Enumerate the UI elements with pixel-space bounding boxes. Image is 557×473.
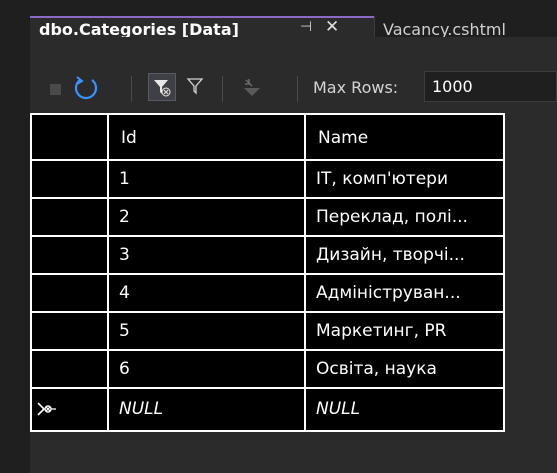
filter-icon[interactable]	[186, 77, 204, 99]
cell-text: IT, комп'ютери	[316, 169, 448, 189]
table-row-cell-name[interactable]: Дизайн, творчі...	[306, 237, 503, 273]
table-row-cell-name[interactable]: Освіта, наука	[306, 351, 503, 387]
refresh-icon[interactable]	[74, 74, 100, 106]
cell-text: Освіта, наука	[316, 359, 437, 379]
max-rows-label: Max Rows:	[313, 78, 399, 97]
new-row-cell-name[interactable]: NULL	[306, 389, 503, 430]
column-header-id[interactable]: Id	[109, 115, 304, 159]
filter-applied-button[interactable]	[148, 73, 176, 101]
row-selector[interactable]	[32, 313, 107, 349]
table-row-cell-name[interactable]: Переклад, полі...	[306, 199, 503, 235]
cell-text: Адмініструван...	[316, 283, 461, 303]
row-selector[interactable]	[32, 161, 107, 197]
column-header-name-label: Name	[318, 128, 369, 148]
row-selector[interactable]	[32, 275, 107, 311]
new-row-pencil-icon	[36, 401, 58, 421]
table-row-cell-id[interactable]: 4	[109, 275, 304, 311]
cell-text: 2	[119, 207, 130, 227]
data-grid: Id Name 1 IT, комп'ютери 2 Переклад, пол…	[30, 113, 505, 432]
corner-header[interactable]	[32, 115, 107, 159]
cell-text: 3	[119, 245, 130, 265]
null-value: NULL	[316, 399, 361, 419]
max-rows-input[interactable]: 1000	[424, 71, 557, 102]
null-value: NULL	[119, 399, 164, 419]
cell-text: 5	[119, 321, 130, 341]
table-row-cell-id[interactable]: 5	[109, 313, 304, 349]
toolbar-separator	[297, 76, 298, 102]
table-row-cell-id[interactable]: 3	[109, 237, 304, 273]
table-row-cell-id[interactable]: 6	[109, 351, 304, 387]
toolbar-separator	[131, 76, 132, 102]
table-row-cell-id[interactable]: 1	[109, 161, 304, 197]
table-row-cell-name[interactable]: Адмініструван...	[306, 275, 503, 311]
tab-divider	[374, 16, 375, 37]
column-header-name[interactable]: Name	[306, 115, 503, 159]
filter-applied-icon	[154, 80, 171, 97]
cell-text: 1	[119, 169, 130, 189]
grid-empty-space	[30, 432, 557, 473]
row-selector[interactable]	[32, 237, 107, 273]
cell-text: Маркетинг, PR	[316, 321, 447, 341]
table-row-cell-id[interactable]: 2	[109, 199, 304, 235]
cell-text: 6	[119, 359, 130, 379]
cell-text: 4	[119, 283, 130, 303]
stop-icon[interactable]	[50, 84, 61, 95]
cell-text: Дизайн, творчі...	[316, 245, 465, 265]
row-selector[interactable]	[32, 199, 107, 235]
cell-text: Переклад, полі...	[316, 207, 468, 227]
row-selector[interactable]	[32, 351, 107, 387]
pin-icon[interactable]: ⊣	[300, 19, 312, 35]
table-row-cell-name[interactable]: Маркетинг, PR	[306, 313, 503, 349]
execute-sql-icon[interactable]	[240, 76, 264, 104]
table-row-cell-name[interactable]: IT, комп'ютери	[306, 161, 503, 197]
close-icon[interactable]: ✕	[325, 17, 339, 37]
new-row-cell-id[interactable]: NULL	[109, 389, 304, 430]
toolbar-separator	[222, 76, 223, 102]
column-header-id-label: Id	[121, 128, 137, 148]
